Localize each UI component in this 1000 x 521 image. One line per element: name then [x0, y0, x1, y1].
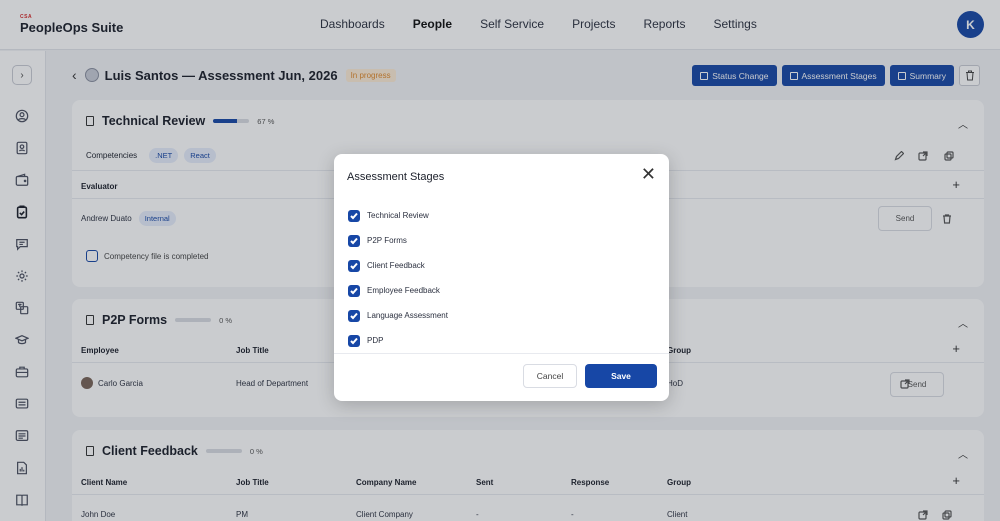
stage-label: Technical Review — [367, 211, 429, 220]
modal-title: Assessment Stages — [347, 171, 445, 183]
modal-footer: Cancel Save — [523, 364, 657, 388]
stage-item[interactable]: Technical Review — [348, 203, 448, 228]
check-icon — [350, 287, 358, 294]
check-icon — [350, 262, 358, 269]
close-icon[interactable]: ✕ — [641, 165, 656, 183]
cancel-button[interactable]: Cancel — [523, 364, 577, 388]
check-icon — [350, 337, 358, 344]
stage-checkbox[interactable] — [348, 209, 360, 222]
save-button[interactable]: Save — [585, 364, 657, 388]
stage-checkbox[interactable] — [348, 234, 360, 247]
stage-label: P2P Forms — [367, 236, 407, 245]
stage-checkbox[interactable] — [348, 284, 360, 297]
assessment-stages-modal: Assessment Stages ✕ Technical Review P2P… — [334, 154, 669, 401]
stage-item[interactable]: Language Assessment — [348, 303, 448, 328]
stage-label: Client Feedback — [367, 261, 425, 270]
stage-label: Employee Feedback — [367, 286, 440, 295]
stage-item[interactable]: P2P Forms — [348, 228, 448, 253]
stage-item[interactable]: Client Feedback — [348, 253, 448, 278]
stage-checkbox[interactable] — [348, 334, 360, 347]
stage-item[interactable]: Employee Feedback — [348, 278, 448, 303]
check-icon — [350, 312, 358, 319]
stage-item[interactable]: PDP — [348, 328, 448, 353]
stage-checkbox[interactable] — [348, 309, 360, 322]
stage-checkbox[interactable] — [348, 259, 360, 272]
check-icon — [350, 237, 358, 244]
stage-label: PDP — [367, 336, 384, 345]
modal-divider — [334, 353, 669, 354]
stages-list: Technical Review P2P Forms Client Feedba… — [348, 203, 448, 353]
stage-label: Language Assessment — [367, 311, 448, 320]
check-icon — [350, 212, 358, 219]
